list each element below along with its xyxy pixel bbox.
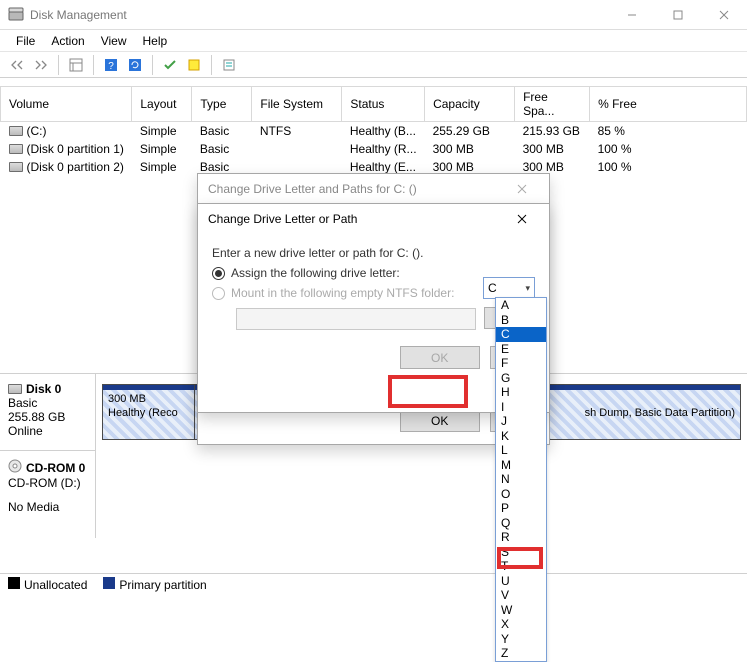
back-button[interactable] (6, 54, 28, 76)
properties-icon[interactable] (65, 54, 87, 76)
drive-letter-option[interactable]: S (496, 545, 546, 560)
disk0-size: 255.88 GB (8, 410, 87, 424)
col-layout[interactable]: Layout (132, 87, 192, 122)
drive-letter-option[interactable]: T (496, 559, 546, 574)
drive-letter-option[interactable]: G (496, 371, 546, 386)
drive-letter-option[interactable]: H (496, 385, 546, 400)
drive-letter-option[interactable]: R (496, 530, 546, 545)
drive-letter-option[interactable]: L (496, 443, 546, 458)
drive-letter-option[interactable]: I (496, 400, 546, 415)
drive-letter-option[interactable]: V (496, 588, 546, 603)
dlg2-prompt: Enter a new drive letter or path for C: … (212, 246, 535, 260)
refresh-icon[interactable] (124, 54, 146, 76)
menubar: File Action View Help (0, 30, 747, 51)
drive-letter-option[interactable]: C (496, 327, 546, 342)
disk0-header: Disk 0 (8, 382, 87, 396)
drive-letter-option[interactable]: O (496, 487, 546, 502)
chevron-down-icon: ▾ (525, 283, 530, 294)
cdrom-dev: CD-ROM (D:) (8, 476, 87, 490)
drive-letter-option[interactable]: M (496, 458, 546, 473)
cdrom-header: CD-ROM 0 (8, 459, 87, 476)
col-free[interactable]: Free Spa... (515, 87, 590, 122)
shield-icon[interactable] (183, 54, 205, 76)
drive-letter-combo[interactable]: C▾ (483, 277, 535, 299)
col-pct[interactable]: % Free (590, 87, 747, 122)
cdrom-icon (8, 459, 22, 476)
menu-action[interactable]: Action (43, 32, 92, 50)
disk0-type: Basic (8, 396, 87, 410)
drive-letter-option[interactable]: B (496, 313, 546, 328)
drive-letter-option[interactable]: K (496, 429, 546, 444)
col-status[interactable]: Status (342, 87, 425, 122)
drive-letter-option[interactable]: F (496, 356, 546, 371)
drive-letter-option[interactable]: Z (496, 646, 546, 661)
maximize-button[interactable] (655, 0, 701, 30)
drive-letter-option[interactable]: N (496, 472, 546, 487)
drive-letter-option[interactable]: Q (496, 516, 546, 531)
volume-table: Volume Layout Type File System Status Ca… (0, 86, 747, 176)
drive-letter-option[interactable]: U (496, 574, 546, 589)
titlebar: Disk Management (0, 0, 747, 30)
drive-letter-option[interactable]: P (496, 501, 546, 516)
app-icon (8, 7, 24, 23)
dlg2-close-button[interactable] (505, 205, 539, 233)
disk-icon (8, 384, 22, 394)
dlg1-close-button[interactable] (505, 175, 539, 203)
col-capacity[interactable]: Capacity (425, 87, 515, 122)
col-type[interactable]: Type (192, 87, 252, 122)
menu-view[interactable]: View (93, 32, 135, 50)
dlg2-ok-button[interactable]: OK (400, 346, 480, 369)
help-icon[interactable]: ? (100, 54, 122, 76)
legend: Unallocated Primary partition (0, 573, 747, 595)
mount-path-input (236, 308, 476, 330)
drive-letter-option[interactable]: X (496, 617, 546, 632)
col-fs[interactable]: File System (252, 87, 342, 122)
table-row[interactable]: (C:)SimpleBasicNTFSHealthy (B...255.29 G… (1, 122, 747, 141)
cdrom-status: No Media (8, 500, 87, 514)
minimize-button[interactable] (609, 0, 655, 30)
close-button[interactable] (701, 0, 747, 30)
drive-letter-option[interactable]: Y (496, 632, 546, 647)
list-icon[interactable] (218, 54, 240, 76)
drive-letter-dropdown[interactable]: ABCEFGHIJKLMNOPQRSTUVWXYZ (495, 297, 547, 662)
check-icon[interactable] (159, 54, 181, 76)
drive-letter-option[interactable]: E (496, 342, 546, 357)
drive-letter-option[interactable]: W (496, 603, 546, 618)
menu-help[interactable]: Help (135, 32, 176, 50)
disk0-status: Online (8, 424, 87, 438)
window-title: Disk Management (30, 8, 609, 22)
table-row[interactable]: (Disk 0 partition 1)SimpleBasicHealthy (… (1, 140, 747, 158)
toolbar: ? (0, 51, 747, 78)
menu-file[interactable]: File (8, 32, 43, 50)
dlg2-title: Change Drive Letter or Path (208, 212, 357, 226)
drive-letter-option[interactable]: A (496, 298, 546, 313)
forward-button[interactable] (30, 54, 52, 76)
drive-letter-option[interactable]: J (496, 414, 546, 429)
svg-text:?: ? (108, 61, 114, 72)
col-volume[interactable]: Volume (1, 87, 132, 122)
dlg1-title: Change Drive Letter and Paths for C: () (208, 182, 417, 196)
